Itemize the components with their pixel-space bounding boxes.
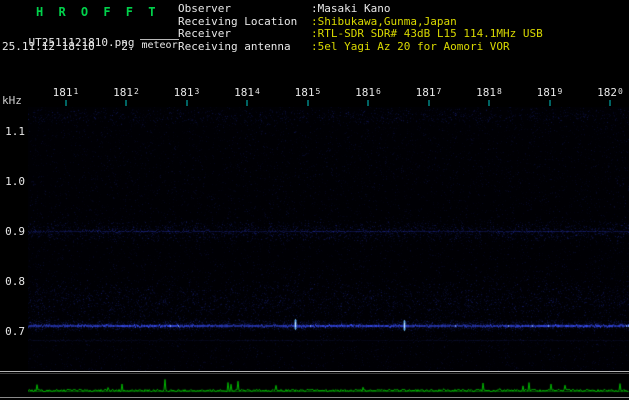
- time-tick-label-1818: 1818: [476, 86, 502, 99]
- info-value: :Masaki Kano: [311, 2, 391, 15]
- time-tick-label-1816: 1816: [355, 86, 381, 99]
- freq-tick-label-1.0: 1.0: [5, 175, 25, 188]
- time-tick-mark: [307, 100, 308, 106]
- time-tick-mark: [367, 100, 369, 106]
- info-label: Receiver: [178, 27, 231, 40]
- freq-tick-label-1.1: 1.1: [5, 125, 25, 138]
- info-value: :RTL-SDR SDR# 43dB L15 114.1MHz USB: [311, 27, 543, 40]
- info-label: Receiving antenna: [178, 39, 291, 53]
- time-tick-label-1813: 1813: [173, 86, 200, 99]
- info-row-receiver: Receiver :RTL-SDR SDR# 43dB L15 114.1MHz …: [178, 27, 543, 41]
- freq-tick-label-0.9: 0.9: [5, 225, 25, 238]
- time-tick-label-1817: 1817: [415, 86, 442, 99]
- app-title: H R O F F T: [36, 5, 160, 19]
- time-tick-label-1819: 1819: [536, 86, 563, 99]
- time-tick-mark: [549, 100, 550, 106]
- observation-tag: meteor: [140, 39, 179, 51]
- info-row-receiving-antenna: Receiving antenna :5el Yagi Az 20 for Aom…: [178, 39, 543, 54]
- time-tick-mark: [65, 100, 66, 106]
- info-row-observer: Observer :Masaki Kano: [178, 2, 543, 16]
- time-tick-mark: [125, 100, 127, 106]
- time-tick-mark: [488, 100, 490, 106]
- time-tick-mark: [246, 100, 248, 106]
- freq-tick-label-0.7: 0.7: [5, 325, 25, 338]
- time-tick-label-1820: 1820: [597, 86, 623, 99]
- time-tick-label-1812: 1812: [113, 86, 139, 99]
- divider-line-shadow: [0, 373, 629, 374]
- observation-info: Observer:Masaki Kano Receiving Location:S…: [178, 2, 543, 54]
- divider-line-top: [0, 371, 629, 372]
- noise-level-strip-canvas: [28, 375, 629, 396]
- timestamp: 25.11.12 18:10 2.: [2, 40, 135, 53]
- info-value: :5el Yagi Az 20 for Aomori VOR: [311, 39, 510, 53]
- info-label: Observer: [178, 2, 231, 15]
- time-tick-label-1814: 1814: [234, 86, 260, 99]
- time-tick-mark: [609, 100, 611, 106]
- hrofft-window: H R O F F T UT2511121810.png meteor 25.11…: [0, 0, 629, 400]
- time-tick-label-1811: 1811: [52, 86, 79, 99]
- time-tick-mark: [186, 100, 187, 106]
- time-tick-label-1815: 1815: [294, 86, 321, 99]
- time-axis: 1811 1812 1813 1814 1815 1816 1817 1818 1819 1820: [0, 86, 629, 108]
- freq-tick-label-0.8: 0.8: [5, 275, 25, 288]
- divider-line-bottom: [0, 397, 629, 398]
- spectrogram-canvas: [28, 107, 629, 371]
- time-tick-mark: [428, 100, 429, 106]
